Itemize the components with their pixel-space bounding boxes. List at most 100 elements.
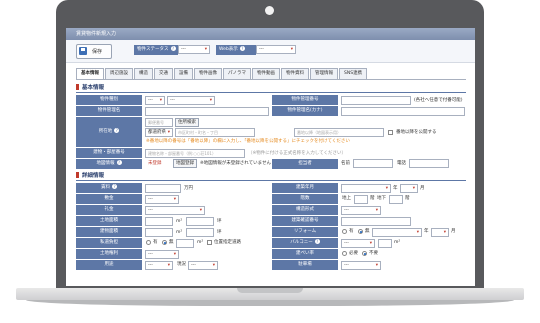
reform-year-unit: 年 (424, 229, 429, 234)
building-input[interactable]: 建物名称・部屋番号（例:○○荘101） (145, 149, 245, 158)
tab-5[interactable]: 物件画像 (194, 68, 222, 79)
floors-below-unit: 階 (405, 196, 410, 201)
tab-7[interactable]: 物件動画 (252, 68, 280, 79)
save-button[interactable]: 保存 (76, 44, 112, 59)
private-road-yes-radio[interactable] (146, 240, 151, 245)
floors-above-input[interactable] (354, 195, 368, 204)
reform-yes-label: 有 (349, 229, 354, 234)
tab-9[interactable]: 管理情報 (310, 68, 338, 79)
help-icon[interactable]: ? (116, 160, 122, 165)
private-road-label: 私道負担 (76, 238, 142, 248)
address-public-checkbox[interactable] (388, 130, 393, 135)
tab-6[interactable]: パノラマ (223, 68, 251, 79)
zip-input[interactable]: 郵便番号 (145, 118, 173, 127)
type-label: 物件種別 (76, 95, 142, 105)
balcony-select[interactable]: --- ▾ (341, 239, 375, 248)
help-icon[interactable]: ? (170, 46, 176, 51)
zip-search-button[interactable]: 住所検索 (175, 118, 199, 127)
built-month-select[interactable]: ▾ (400, 184, 418, 193)
current-select[interactable]: --- ▾ (188, 261, 218, 270)
help-icon[interactable]: ? (114, 128, 120, 133)
land-tsubo-unit: 坪 (217, 219, 222, 224)
manager-name-label: 名前 (341, 161, 350, 166)
built-year-select[interactable]: ▾ (341, 184, 391, 193)
structure-select[interactable]: --- ▾ (341, 206, 381, 215)
tab-2[interactable]: 構造 (134, 68, 153, 79)
rent-label: 賃料? (76, 183, 142, 193)
deposit-select[interactable]: --- ▾ (145, 195, 179, 204)
help-icon[interactable]: ? (314, 239, 320, 244)
save-label: 保存 (92, 49, 103, 55)
floors-below-input[interactable] (389, 195, 403, 204)
rent-input[interactable] (145, 184, 181, 193)
building-area-input[interactable] (145, 228, 173, 237)
building-tsubo-unit: 坪 (217, 230, 222, 235)
land-area-input[interactable] (145, 217, 173, 226)
zoning-select[interactable]: --- ▾ (145, 261, 173, 270)
type-select-2[interactable]: --- ▾ (167, 96, 215, 105)
reform-month-unit: 月 (451, 229, 456, 234)
geo-register-button[interactable]: 地図登録 (173, 159, 197, 168)
tab-4[interactable]: 設備 (174, 68, 193, 79)
save-icon (79, 47, 87, 55)
tab-underline (76, 79, 466, 80)
private-road-yes-label: 有 (153, 240, 158, 245)
key-money-select[interactable]: --- ▾ (145, 206, 205, 215)
help-icon[interactable]: ? (239, 46, 245, 51)
manager-name-input[interactable] (353, 159, 393, 168)
building-area-unit: m² (176, 230, 183, 235)
geo-note: ※地図情報が未登録されていません (200, 161, 271, 166)
coverage-required-label: 必要 (349, 251, 358, 256)
basic-section-title: 基本情報 (76, 83, 466, 93)
building-hint: （※物件に付ける正式名称を入力してください） (248, 151, 346, 156)
land-tsubo-input[interactable] (186, 217, 214, 226)
confirm-no-input[interactable] (341, 217, 411, 226)
web-display-label: Web表示? (216, 45, 256, 55)
name-kana-input[interactable] (341, 107, 465, 116)
balcony-area-input[interactable] (378, 239, 392, 248)
name-input[interactable] (145, 107, 269, 116)
position-road-checkbox[interactable] (207, 240, 212, 245)
current-label: 現況 (177, 262, 186, 267)
parking-select[interactable]: --- ▾ (341, 261, 381, 270)
web-display-select[interactable]: --- ▾ (256, 45, 296, 54)
tab-10[interactable]: SNS連携 (339, 68, 368, 79)
parking-label: 駐車場 (272, 260, 338, 270)
city-input[interactable]: 市区町村・町名・丁目 (175, 128, 255, 137)
land-rights-select[interactable]: --- ▾ (145, 250, 179, 259)
laptop-screen: 賃貸物件新規入力 保存 物件ステータス? --- ▾ Web表示? --- ▾ 基本… (66, 28, 475, 286)
reform-label: リフォーム (272, 227, 338, 237)
private-road-no-radio[interactable] (162, 240, 167, 245)
reform-no-radio[interactable] (358, 229, 363, 234)
webcam (265, 6, 274, 15)
reform-month-select[interactable]: ▾ (431, 228, 449, 237)
help-icon[interactable]: ? (112, 184, 117, 189)
manager-phone-input[interactable] (409, 159, 449, 168)
building-tsubo-input[interactable] (186, 228, 214, 237)
private-road-no-label: 無 (169, 240, 174, 245)
street-input[interactable]: 番地以降（地図表示用） (294, 128, 384, 137)
reform-year-select[interactable]: ▾ (372, 228, 422, 237)
floors-above-label: 地上 (342, 196, 351, 201)
mgmt-no-input[interactable] (341, 96, 411, 105)
manager-phone-label: 電話 (397, 161, 406, 166)
type-select-1[interactable]: --- ▾ (145, 96, 165, 105)
building-label: 建物・部屋番号 (76, 148, 142, 158)
manager-label: 担当者 (272, 159, 338, 169)
private-road-area-input[interactable] (176, 239, 194, 248)
status-select[interactable]: --- ▾ (178, 45, 210, 54)
tab-8[interactable]: 物件資料 (281, 68, 309, 79)
tab-1[interactable]: 周辺施設 (105, 68, 133, 79)
tab-3[interactable]: 交通 (154, 68, 173, 79)
address-label: 所在地? (76, 117, 142, 147)
reform-yes-radio[interactable] (342, 229, 347, 234)
land-rights-label: 土地権利 (76, 249, 142, 259)
land-area-label: 土地面積 (76, 216, 142, 226)
prefecture-select[interactable]: 都道府県 ▾ (145, 128, 173, 137)
land-area-unit: m² (176, 219, 183, 224)
laptop-base-edge (26, 300, 514, 306)
zoning-label: 用途 (76, 260, 142, 270)
coverage-not-required-radio[interactable] (362, 251, 367, 256)
coverage-required-radio[interactable] (342, 251, 347, 256)
tab-0[interactable]: 基本情報 (76, 68, 104, 79)
